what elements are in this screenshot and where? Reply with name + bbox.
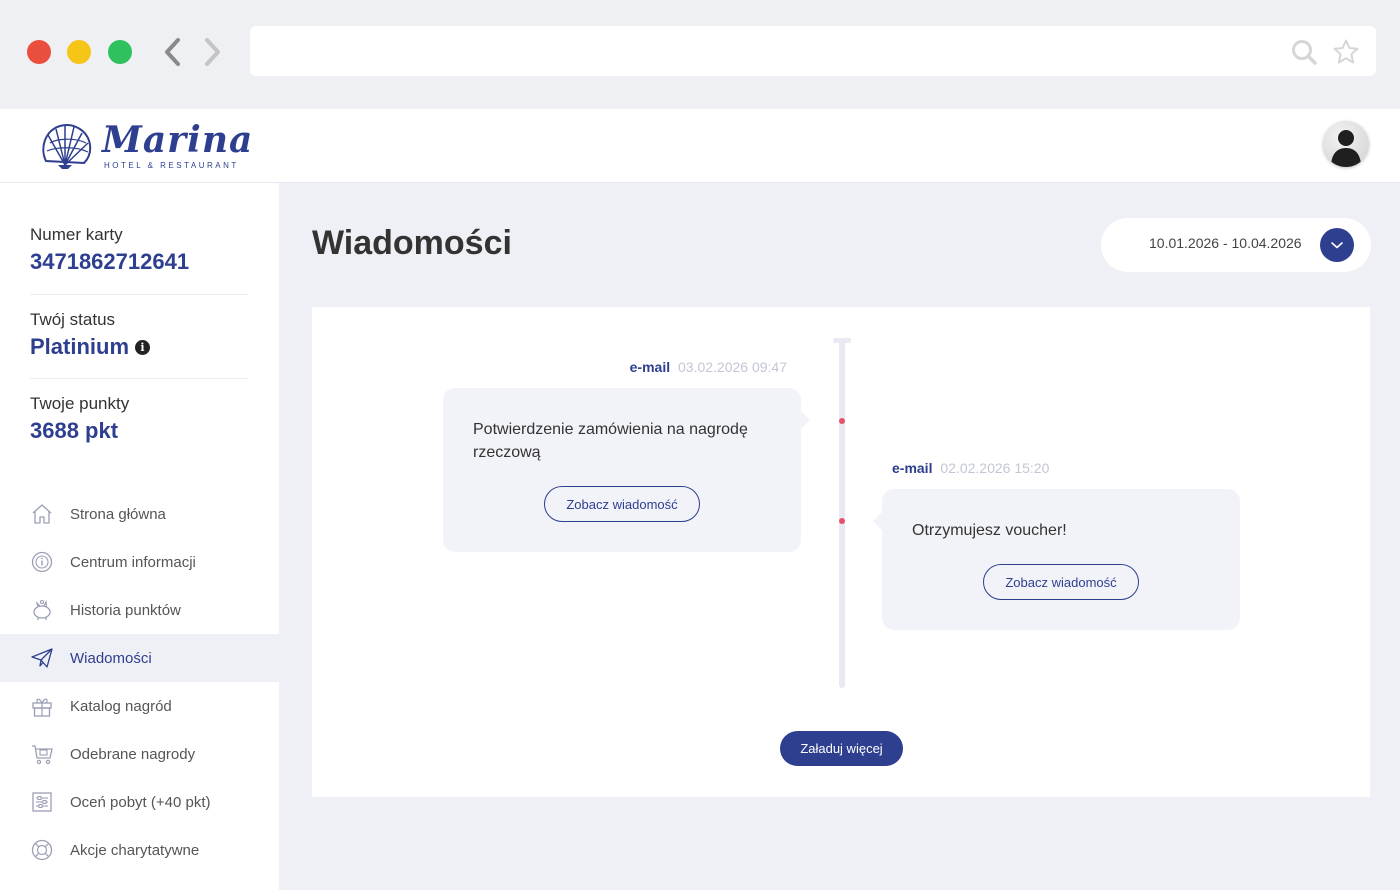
load-more-button[interactable]: Załaduj więcej [780, 731, 903, 766]
info-coin-icon [31, 551, 53, 573]
sidebar-item-label: Oceń pobyt (+40 pkt) [70, 793, 211, 811]
marina-logo[interactable]: Marina HOTEL & RESTAURANT [38, 119, 252, 173]
status-value-row: Platinium i [30, 334, 248, 360]
sidebar-item-charity[interactable]: Akcje charytatywne [0, 826, 279, 874]
shell-logo-icon [42, 124, 92, 169]
status-label: Twój status [30, 310, 116, 329]
app-header: Marina HOTEL & RESTAURANT [0, 109, 1400, 183]
sidebar-item-label: Historia punktów [70, 601, 181, 619]
message-meta: e-mail 02.02.2026 15:20 [892, 460, 1049, 476]
message-meta: e-mail 03.02.2026 09:47 [630, 359, 787, 375]
rating-sliders-icon [32, 792, 52, 812]
view-message-button[interactable]: Zobacz wiadomość [983, 564, 1139, 600]
points-block: Twoje punkty 3688 pkt [30, 394, 248, 444]
date-range-value: 10.01.2026 - 10.04.2026 [1149, 235, 1302, 251]
sidebar-item-received-rewards[interactable]: Odebrane nagrody [0, 730, 279, 778]
timeline-dot [839, 418, 845, 424]
card-number-value: 3471862712641 [30, 249, 190, 274]
browser-chrome [0, 0, 1400, 109]
home-icon [32, 504, 52, 524]
messages-panel: e-mail 03.02.2026 09:47 Potwierdzenie za… [312, 307, 1370, 797]
page-title: Wiadomości [312, 224, 512, 262]
back-arrow-icon[interactable] [160, 36, 184, 68]
points-value: 3688 pkt [30, 418, 119, 443]
timeline-line [839, 340, 845, 688]
gift-box-icon [32, 698, 52, 717]
gift-cart-icon [32, 745, 53, 765]
message-timestamp: 03.02.2026 09:47 [678, 359, 787, 375]
message-text: Otrzymujesz voucher! [912, 522, 1067, 539]
star-icon[interactable] [1332, 38, 1360, 66]
sidebar-item-label: Katalog nagród [70, 697, 172, 715]
status-info-icon[interactable]: i [135, 339, 151, 355]
user-avatar[interactable] [1323, 121, 1369, 167]
divider [30, 378, 248, 379]
sidebar-item-label: Centrum informacji [70, 553, 196, 571]
address-bar[interactable] [250, 26, 1376, 76]
message-timestamp: 02.02.2026 15:20 [940, 460, 1050, 476]
timeline-dot [839, 518, 845, 524]
user-silhouette-icon [1331, 130, 1361, 167]
divider [30, 294, 248, 295]
sidebar: Numer karty 3471862712641 Twój status Pl… [0, 183, 279, 890]
status-value: Platinium [30, 334, 130, 359]
points-label: Twoje punkty [30, 394, 130, 413]
chevron-down-icon [1331, 242, 1343, 249]
sidebar-item-label: Akcje charytatywne [70, 841, 200, 859]
message-card: Otrzymujesz voucher! Zobacz wiadomość [873, 489, 1240, 630]
sidebar-item-home[interactable]: Strona główna [0, 490, 279, 538]
status-block: Twój status Platinium i [30, 310, 248, 360]
sidebar-item-label: Strona główna [70, 505, 166, 523]
sidebar-item-messages[interactable]: Wiadomości [0, 634, 279, 682]
logo-subtitle: HOTEL & RESTAURANT [104, 161, 239, 170]
window-close-button[interactable] [27, 40, 51, 64]
lifebuoy-icon [31, 839, 53, 861]
sidebar-item-label: Wiadomości [70, 649, 152, 667]
sidebar-item-rate-stay[interactable]: Oceń pobyt (+40 pkt) [0, 778, 279, 826]
window-maximize-button[interactable] [108, 40, 132, 64]
date-range-picker[interactable]: 10.01.2026 - 10.04.2026 [1101, 218, 1371, 272]
message-card: Potwierdzenie zamówienia na nagrodę rzec… [443, 388, 810, 552]
window-minimize-button[interactable] [67, 40, 91, 64]
search-icon[interactable] [1290, 38, 1318, 66]
card-number-block: Numer karty 3471862712641 [30, 225, 248, 275]
paper-plane-icon [31, 648, 53, 668]
piggy-bank-icon [33, 599, 51, 620]
view-message-button[interactable]: Zobacz wiadomość [544, 486, 700, 522]
sidebar-item-info-center[interactable]: Centrum informacji [0, 538, 279, 586]
forward-arrow-icon[interactable] [201, 36, 225, 68]
sidebar-item-rewards-catalog[interactable]: Katalog nagród [0, 682, 279, 730]
sidebar-item-label: Odebrane nagrody [70, 745, 196, 763]
sidebar-menu: Strona główna Centrum informacji Histori… [0, 490, 279, 874]
sidebar-item-points-history[interactable]: Historia punktów [0, 586, 279, 634]
message-type: e-mail [892, 460, 933, 476]
message-text: Potwierdzenie zamówienia na nagrodę rzec… [473, 421, 748, 461]
logo-wordmark: Marina [102, 119, 254, 161]
card-number-label: Numer karty [30, 225, 123, 244]
date-range-dropdown-button[interactable] [1320, 228, 1354, 262]
message-type: e-mail [629, 359, 671, 375]
